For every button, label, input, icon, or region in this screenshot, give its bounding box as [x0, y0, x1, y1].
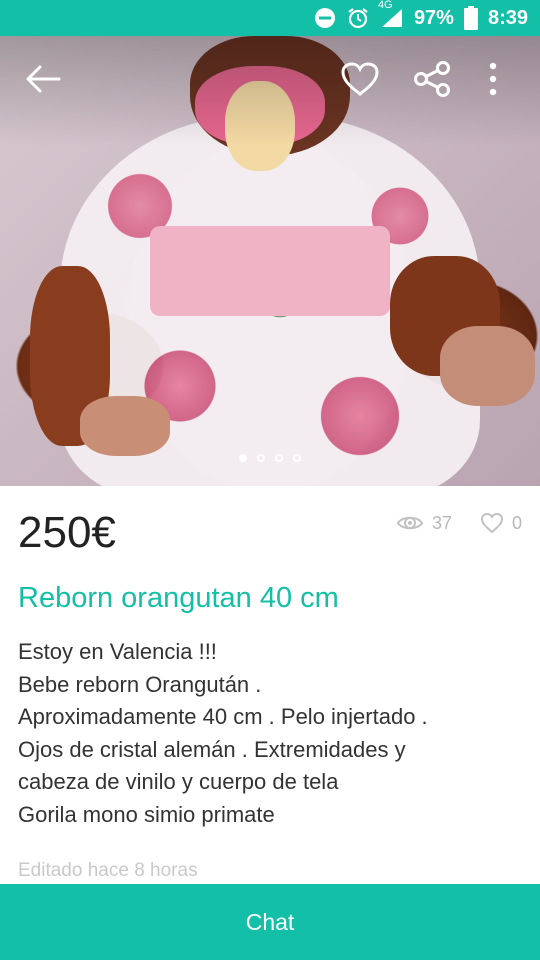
- photo-hand-right: [440, 326, 535, 406]
- back-arrow-icon[interactable]: [22, 58, 64, 100]
- photo-pager: [0, 454, 540, 468]
- heart-outline-icon: [480, 512, 503, 534]
- views-count: 37: [431, 512, 452, 533]
- pager-dot[interactable]: [239, 454, 247, 462]
- battery-percent: 97%: [413, 6, 454, 29]
- likes-count: 0: [511, 512, 522, 533]
- listing-description: Estoy en Valencia !!! Bebe reborn Orangu…: [18, 636, 528, 831]
- photo-hand-left: [80, 396, 170, 456]
- eye-icon: [396, 516, 424, 530]
- share-icon[interactable]: [410, 58, 454, 100]
- chat-button[interactable]: Chat: [0, 884, 540, 960]
- clock: 8:39: [487, 6, 528, 29]
- chat-button-label: Chat: [245, 908, 295, 935]
- views-stat: 37: [396, 513, 452, 534]
- listing-stats: 37 0: [396, 512, 522, 534]
- pager-dot[interactable]: [257, 454, 265, 462]
- heart-icon[interactable]: [338, 58, 382, 100]
- status-bar: 4G 97% 8:39: [0, 0, 540, 36]
- more-vert-icon[interactable]: [478, 58, 508, 100]
- network-4g-icon: 4G: [378, 0, 404, 29]
- network-label: 4G: [377, 0, 393, 11]
- listing-title: Reborn orangutan 40 cm: [18, 582, 339, 614]
- pager-dot[interactable]: [275, 454, 283, 462]
- likes-stat: 0: [480, 512, 522, 534]
- description-line: Gorila mono simio primate: [18, 801, 275, 827]
- description-line: cabeza de vinilo y cuerpo de tela: [18, 769, 339, 794]
- minus-circle-icon: [314, 7, 336, 29]
- pager-dot[interactable]: [293, 454, 301, 462]
- product-photo[interactable]: [0, 36, 540, 486]
- photo-toolbar-shade: [0, 36, 540, 146]
- battery-icon: [463, 6, 478, 30]
- description-line: Estoy en Valencia !!!: [18, 639, 217, 664]
- description-line: Bebe reborn Orangután .: [18, 671, 262, 697]
- edited-timestamp: Editado hace 8 horas: [18, 860, 198, 881]
- description-line: Ojos de cristal alemán . Extremidades y: [18, 736, 406, 762]
- alarm-icon: [346, 6, 370, 30]
- description-line: Aproximadamente 40 cm . Pelo injertado .: [18, 704, 428, 729]
- photo-sash: [150, 226, 390, 316]
- price: 250€: [18, 508, 116, 557]
